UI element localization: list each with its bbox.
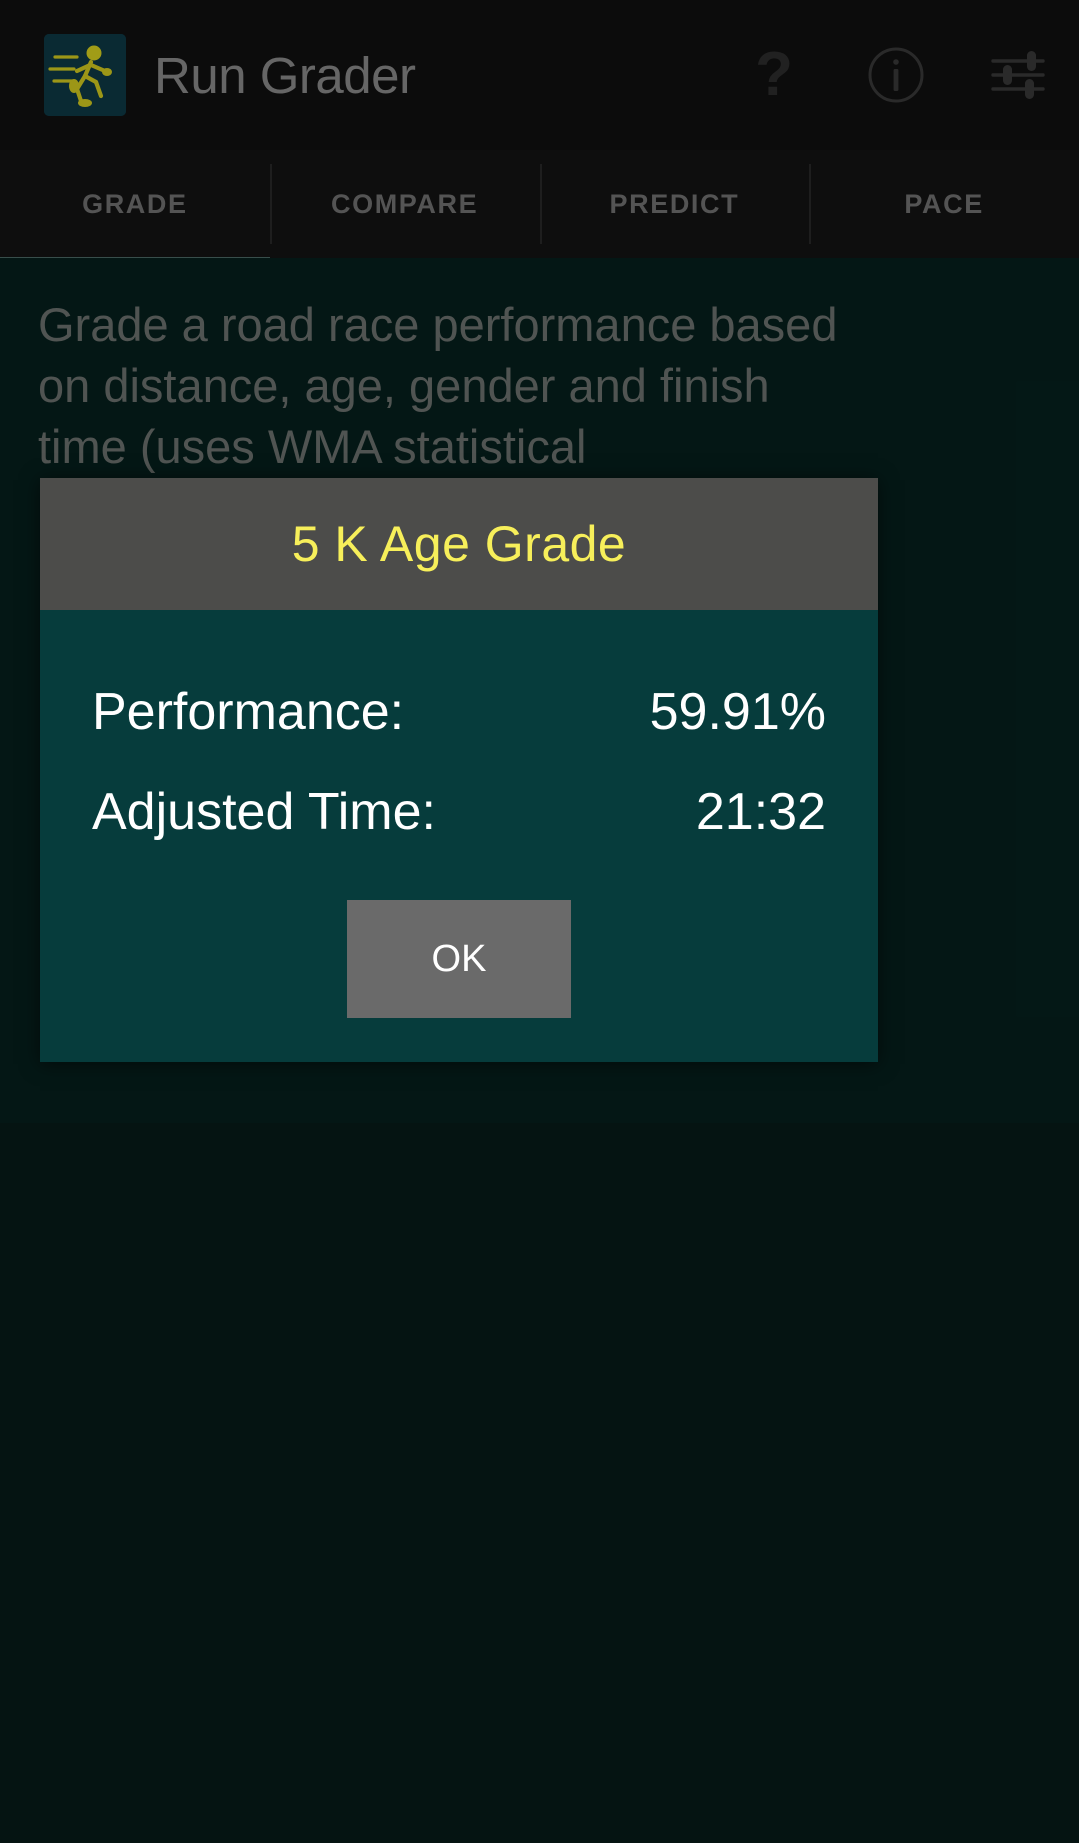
result-row-adjusted-time: Adjusted Time: 21:32	[92, 762, 826, 862]
app-root: Run Grader ? GRADE COMPARE PREDICT PACE …	[0, 0, 1079, 1843]
ok-button[interactable]: OK	[347, 900, 571, 1018]
dialog-actions: OK	[92, 862, 826, 1030]
age-grade-dialog: 5 K Age Grade Performance: 59.91% Adjust…	[40, 478, 878, 1062]
dialog-header: 5 K Age Grade	[40, 478, 878, 610]
adjusted-time-value: 21:32	[695, 783, 826, 841]
adjusted-time-label: Adjusted Time:	[92, 783, 436, 841]
dialog-body: Performance: 59.91% Adjusted Time: 21:32…	[40, 610, 878, 1062]
result-row-performance: Performance: 59.91%	[92, 662, 826, 762]
performance-label: Performance:	[92, 683, 405, 741]
performance-value: 59.91%	[649, 683, 826, 741]
dialog-title: 5 K Age Grade	[291, 516, 627, 572]
